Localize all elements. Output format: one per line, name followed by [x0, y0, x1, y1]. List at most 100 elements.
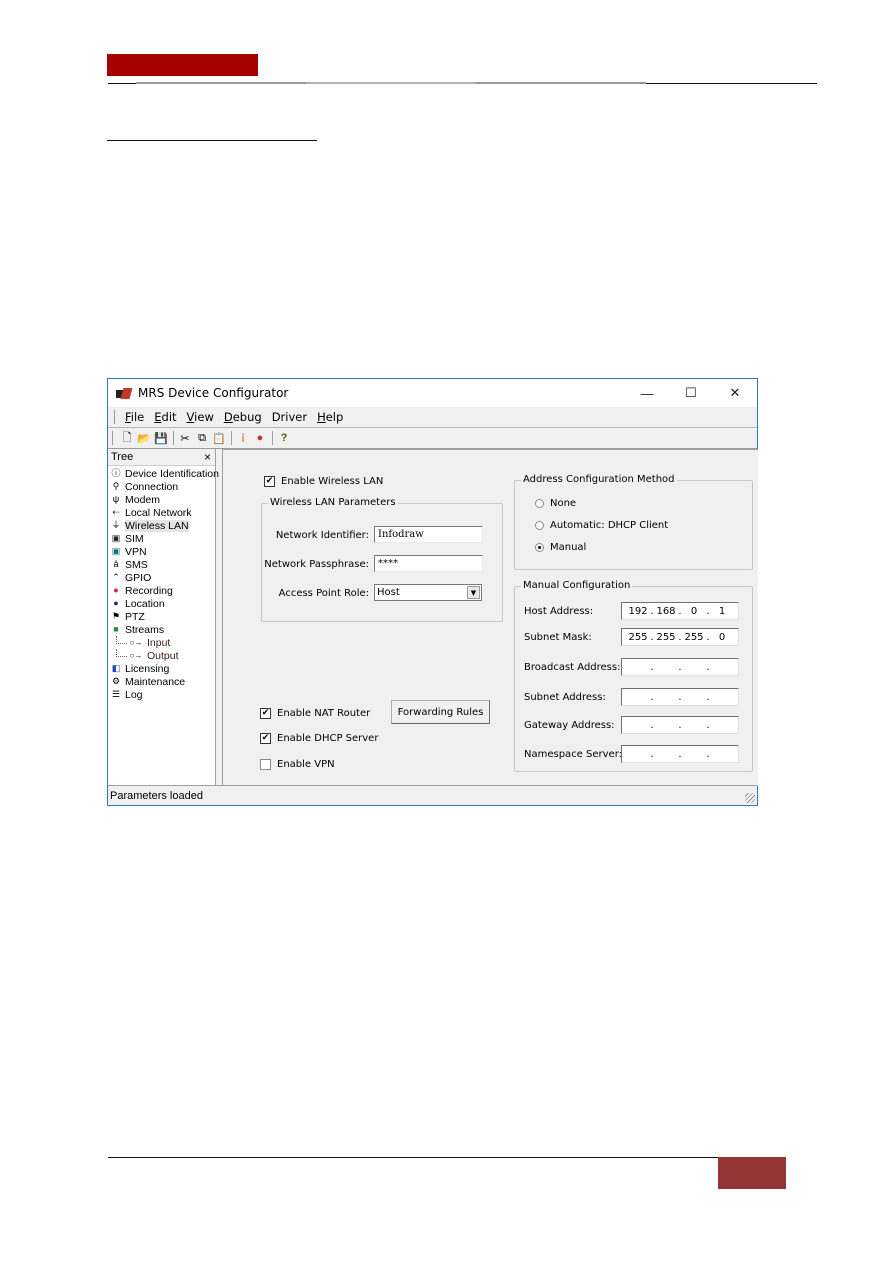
tree-item-label: Licensing: [125, 662, 170, 675]
resize-grip[interactable]: [745, 793, 755, 803]
menu-view[interactable]: View: [182, 410, 219, 424]
tree-item-ptz[interactable]: ⚑ PTZ: [108, 610, 215, 623]
network-passphrase-input[interactable]: ****: [374, 555, 483, 572]
copy-button[interactable]: ⧉: [194, 430, 210, 446]
address-method-radio-manual[interactable]: Manual: [535, 542, 586, 553]
enable-wireless-lan-check[interactable]: ✔: [264, 476, 275, 487]
open-folder-button[interactable]: 📂: [136, 430, 152, 446]
enable-dhcp-server-check[interactable]: ✔: [260, 733, 271, 744]
tree-item-recording[interactable]: ● Recording: [108, 584, 215, 597]
menu-driver[interactable]: Driver: [267, 410, 312, 424]
maximize-button[interactable]: ☐: [669, 379, 713, 407]
streams-icon: ■: [113, 624, 119, 634]
vpn-icon: ▣: [111, 546, 121, 556]
menu-help[interactable]: Help: [312, 410, 348, 424]
forwarding-rules-button[interactable]: Forwarding Rules: [391, 700, 490, 724]
menu-file[interactable]: File: [120, 410, 149, 424]
access-point-role-label: Access Point Role:: [278, 588, 369, 599]
tree-item-sim[interactable]: ▣ SIM: [108, 532, 215, 545]
tree-item-licensing[interactable]: ◧ Licensing: [108, 662, 215, 675]
tree-item-wireless-lan[interactable]: ⏚ Wireless LAN: [108, 519, 215, 532]
wireless-lan-icon: ⏚: [111, 520, 121, 530]
enable-nat-router-checkbox[interactable]: ✔ Enable NAT Router: [260, 708, 370, 719]
tree-title: Tree: [111, 451, 134, 463]
radio-button[interactable]: [535, 521, 544, 530]
tree-item-output[interactable]: ○→ Output: [108, 648, 215, 662]
ip-separator: .: [706, 605, 710, 617]
licensing-icon: ◧: [111, 663, 121, 673]
tree-item-maintenance[interactable]: ⚙ Maintenance: [108, 675, 215, 688]
radio-button[interactable]: [535, 543, 544, 552]
toolbar: 🗋 📂 💾 ✂ ⧉ 📋 ⅰ ●?: [108, 428, 757, 449]
broadcast-address-input[interactable]: ...: [621, 658, 739, 676]
tree-item-sms[interactable]: ȃ SMS: [108, 558, 215, 571]
subnet-mask-input[interactable]: 255. 255. 255. 0: [621, 628, 739, 646]
tree-item-streams[interactable]: ■ Streams: [108, 623, 215, 636]
enable-wireless-lan-checkbox[interactable]: ✔ Enable Wireless LAN: [264, 476, 383, 487]
wireless-lan-parameters-group: Wireless LAN Parameters Network Identifi…: [261, 497, 503, 622]
tree-item-label: Location: [125, 597, 165, 610]
radio-label: Automatic: DHCP Client: [550, 520, 669, 531]
paste-button[interactable]: 📋: [211, 430, 227, 446]
ip-separator: .: [650, 719, 654, 731]
ip-octet[interactable]: 0: [712, 632, 732, 643]
tree-item-connection[interactable]: ⚲ Connection: [108, 480, 215, 493]
tree-item-log[interactable]: ☰ Log: [108, 688, 215, 701]
help-button[interactable]: ?: [276, 430, 292, 446]
ip-octet[interactable]: 168: [656, 606, 676, 617]
tree-item-label: Recording: [125, 584, 173, 597]
tree-item-vpn[interactable]: ▣ VPN: [108, 545, 215, 558]
close-button[interactable]: ✕: [713, 379, 757, 407]
address-method-radio-none[interactable]: None: [535, 498, 576, 509]
ip-octet[interactable]: 1: [712, 606, 732, 617]
tree-header: Tree ×: [108, 449, 215, 466]
menubar-grip[interactable]: [114, 410, 117, 424]
menu-edit[interactable]: Edit: [149, 410, 181, 424]
cut-button[interactable]: ✂: [177, 430, 193, 446]
tree-item-device-identification[interactable]: ⓘ Device Identification: [108, 467, 218, 480]
info-button[interactable]: ⅰ: [235, 430, 251, 446]
wireless-lan-settings-panel: ✔ Enable Wireless LAN Wireless LAN Param…: [222, 449, 758, 786]
subnet-address-input[interactable]: ...: [621, 688, 739, 706]
tree-item-input[interactable]: ○→ Input: [108, 635, 215, 649]
driver-button[interactable]: ●: [252, 430, 268, 446]
ip-octet[interactable]: 255: [628, 632, 648, 643]
ip-separator: .: [706, 691, 710, 703]
gateway-address-input[interactable]: ...: [621, 716, 739, 734]
ip-octet[interactable]: 0: [684, 606, 704, 617]
radio-button[interactable]: [535, 499, 544, 508]
new-file-button[interactable]: 🗋: [119, 430, 135, 446]
access-point-role-select[interactable]: Host ▼: [374, 584, 482, 601]
tree-item-label: Modem: [125, 493, 161, 506]
chevron-down-icon[interactable]: ▼: [467, 586, 480, 599]
output-icon: ○→: [129, 650, 143, 660]
tree-item-modem[interactable]: ψ Modem: [108, 493, 215, 506]
connection-icon: ⚲: [112, 481, 120, 491]
namespace-server-input[interactable]: ...: [621, 745, 739, 763]
ip-octet[interactable]: 255: [684, 632, 704, 643]
network-identifier-input[interactable]: Infodraw: [374, 526, 483, 543]
enable-vpn-check[interactable]: [260, 759, 271, 770]
enable-vpn-checkbox[interactable]: Enable VPN: [260, 759, 335, 770]
ip-octet[interactable]: 192: [628, 606, 648, 617]
address-method-radio-automatic[interactable]: Automatic: DHCP Client: [535, 520, 668, 531]
enable-dhcp-server-checkbox[interactable]: ✔ Enable DHCP Server: [260, 733, 378, 744]
open-folder-icon: 📂: [137, 432, 151, 445]
save-button[interactable]: 💾: [153, 430, 169, 446]
ip-separator: .: [650, 661, 654, 673]
toolbar-grip[interactable]: [112, 431, 115, 445]
header-rule: [108, 82, 817, 84]
sim-icon: ▣: [111, 533, 121, 543]
ip-octet[interactable]: 255: [656, 632, 676, 643]
tree-close-button[interactable]: ×: [204, 450, 211, 464]
tree-item-gpio[interactable]: ⌃ GPIO: [108, 571, 215, 584]
group-title: Wireless LAN Parameters: [268, 497, 398, 508]
enable-nat-router-check[interactable]: ✔: [260, 708, 271, 719]
title-bar[interactable]: MRS Device Configurator — ☐ ✕: [108, 379, 757, 407]
tree-item-local-network[interactable]: ⇠ Local Network: [108, 506, 215, 519]
host-address-input[interactable]: 192. 168. 0. 1: [621, 602, 739, 620]
minimize-button[interactable]: —: [625, 379, 669, 407]
tree-item-location[interactable]: ● Location: [108, 597, 215, 610]
menu-debug[interactable]: Debug: [219, 410, 267, 424]
page-number-box: [718, 1157, 786, 1189]
